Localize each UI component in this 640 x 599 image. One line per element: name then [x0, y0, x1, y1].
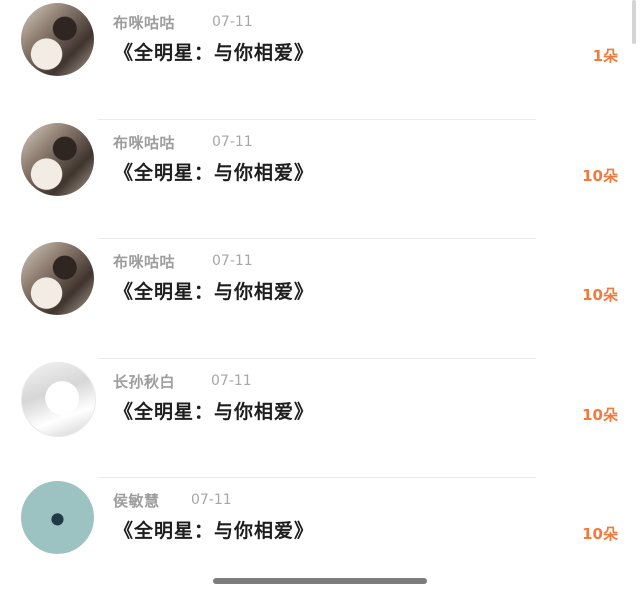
timestamp: 07-11 — [212, 253, 253, 269]
user-name[interactable]: 布咪咕咕 — [113, 132, 175, 153]
flower-count: 10朵 — [582, 525, 618, 543]
home-indicator[interactable] — [213, 578, 427, 584]
list-item[interactable]: 布咪咕咕 07-11 《全明星：与你相爱》 10朵 — [0, 239, 640, 359]
list-item[interactable]: 布咪咕咕 07-11 《全明星：与你相爱》 10朵 — [0, 120, 640, 239]
list-item[interactable]: 布咪咕咕 07-11 《全明星：与你相爱》 1朵 — [0, 0, 640, 120]
timestamp: 07-11 — [212, 133, 253, 150]
work-title[interactable]: 《全明星：与你相爱》 — [114, 397, 314, 424]
list-item[interactable]: 长孙秋白 07-11 《全明星：与你相爱》 10朵 — [0, 359, 640, 478]
user-name[interactable]: 长孙秋白 — [113, 371, 175, 392]
flower-count: 1朵 — [592, 47, 618, 65]
work-title[interactable]: 《全明星：与你相爱》 — [114, 158, 314, 185]
scrollbar[interactable] — [632, 0, 636, 44]
timestamp: 07-11 — [212, 14, 253, 30]
user-name[interactable]: 布咪咕咕 — [113, 251, 175, 272]
user-name[interactable]: 侯敏慧 — [113, 490, 160, 511]
avatar[interactable] — [21, 361, 96, 437]
avatar[interactable] — [21, 122, 94, 196]
work-title[interactable]: 《全明星：与你相爱》 — [114, 277, 314, 304]
avatar[interactable]: ● — [21, 481, 94, 554]
user-name[interactable]: 布咪咕咕 — [113, 12, 175, 33]
whale-icon: ● — [50, 508, 65, 527]
gift-record-list: 布咪咕咕 07-11 《全明星：与你相爱》 1朵 布咪咕咕 07-11 《全明星… — [0, 0, 640, 598]
work-title[interactable]: 《全明星：与你相爱》 — [114, 38, 314, 65]
timestamp: 07-11 — [211, 372, 252, 389]
avatar[interactable] — [21, 3, 94, 76]
timestamp: 07-11 — [191, 492, 232, 508]
flower-count: 10朵 — [582, 405, 618, 424]
avatar[interactable] — [21, 242, 94, 315]
flower-count: 10朵 — [582, 166, 618, 185]
flower-count: 10朵 — [582, 286, 618, 304]
work-title[interactable]: 《全明星：与你相爱》 — [114, 516, 314, 543]
